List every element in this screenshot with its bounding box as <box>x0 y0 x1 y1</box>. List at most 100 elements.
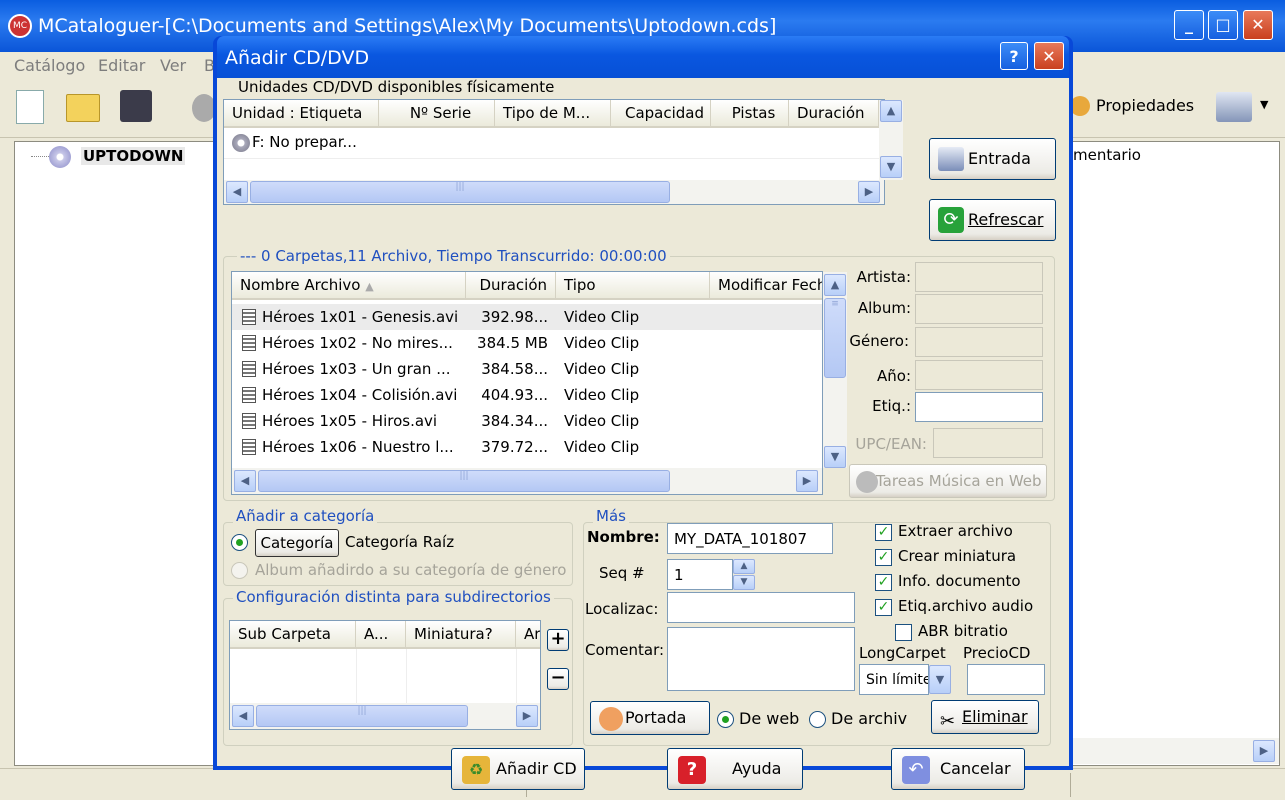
scroll-right-icon[interactable]: ▶ <box>1253 740 1275 762</box>
catalog-tree[interactable]: UPTODOWN <box>14 141 216 766</box>
file-row-name[interactable]: Héroes 1x05 - Hiros.avi <box>242 408 464 434</box>
col-capacidad[interactable]: Capacidad <box>611 100 711 128</box>
file-row-type: Video Clip <box>564 386 640 404</box>
col-sub-ar[interactable]: Ar <box>516 621 540 649</box>
files-scroll-right-icon[interactable]: ▶ <box>796 470 818 492</box>
file-row-size: 392.98... <box>481 308 548 326</box>
properties-button[interactable]: Propiedades <box>1096 96 1194 115</box>
etiq-field[interactable] <box>915 392 1043 422</box>
refrescar-button[interactable]: ⟳ Refrescar <box>929 199 1056 241</box>
drives-scroll-up-icon[interactable]: ▲ <box>880 100 902 122</box>
file-row-name[interactable]: Héroes 1x02 - No mires... <box>242 330 464 356</box>
drives-scroll-left-icon[interactable]: ◀ <box>226 181 248 203</box>
files-summary: --- 0 Carpetas,11 Archivo, Tiempo Transc… <box>237 247 670 265</box>
files-scroll-left-icon[interactable]: ◀ <box>234 470 256 492</box>
tree-root-item[interactable]: UPTODOWN <box>81 147 186 165</box>
cancelar-button[interactable]: ↶ Cancelar <box>891 748 1025 790</box>
checkbox-label: Crear miniatura <box>898 547 1017 565</box>
col-modificar[interactable]: Modificar Fech <box>710 272 822 300</box>
eliminar-button[interactable]: ✂ Eliminar <box>931 700 1039 734</box>
add-subdir-button[interactable]: + <box>547 629 569 651</box>
col-miniatura[interactable]: Miniatura? <box>406 621 516 649</box>
drives-scroll-down-icon[interactable]: ▼ <box>880 156 902 178</box>
col-duracion[interactable]: Duración <box>789 100 879 128</box>
de-web-radio[interactable] <box>717 711 734 728</box>
longcarpet-dropdown-icon[interactable]: ▼ <box>929 665 951 694</box>
subdir-scroll-left-icon[interactable]: ◀ <box>232 705 254 727</box>
checkbox-2[interactable]: ✓ <box>875 549 892 566</box>
drives-scroll-right-icon[interactable]: ▶ <box>858 181 880 203</box>
comment-column-header[interactable]: mentario <box>1073 146 1141 164</box>
open-folder-icon[interactable] <box>66 94 100 122</box>
file-row-name[interactable]: Héroes 1x01 - Genesis.avi <box>242 304 464 330</box>
seq-up-icon[interactable]: ▲ <box>733 559 755 574</box>
col-serie[interactable]: Nº Serie <box>379 100 495 128</box>
drives-hscroll-thumb[interactable]: ||| <box>250 181 670 203</box>
files-scroll-up-icon[interactable]: ▲ <box>824 274 846 296</box>
col-pistas[interactable]: Pistas <box>711 100 789 128</box>
tareas-musica-button[interactable]: Tareas Música en Web <box>849 464 1047 498</box>
menu-ver[interactable]: Ver <box>160 52 186 80</box>
file-row-name[interactable]: Héroes 1x04 - Colisión.avi <box>242 382 464 408</box>
col-nombre-archivo[interactable]: Nombre Archivo ▲ <box>232 272 466 300</box>
new-file-icon[interactable] <box>16 90 44 124</box>
precio-field[interactable] <box>967 664 1045 695</box>
menu-catalogo[interactable]: Catálogo <box>14 52 85 80</box>
seq-down-icon[interactable]: ▼ <box>733 575 755 590</box>
seq-field[interactable]: 1 <box>667 559 733 590</box>
printer-icon[interactable] <box>1216 92 1252 122</box>
checkbox-3[interactable]: ✓ <box>875 574 892 591</box>
files-vscroll-thumb[interactable]: ≡ <box>824 298 846 378</box>
col-sub-a[interactable]: A... <box>356 621 406 649</box>
col-unidad[interactable]: Unidad : Etiqueta <box>224 100 379 128</box>
minimize-icon[interactable]: _ <box>1174 10 1204 40</box>
longcarpet-select[interactable]: Sin límite <box>859 664 929 695</box>
entrada-button[interactable]: Entrada <box>929 138 1056 180</box>
comentar-field[interactable] <box>667 627 855 691</box>
genero-field <box>915 327 1043 357</box>
checkbox-4[interactable]: ✓ <box>875 599 892 616</box>
files-hscroll-thumb[interactable]: ||| <box>258 470 670 492</box>
files-scroll-down-icon[interactable]: ▼ <box>824 446 846 468</box>
close-icon[interactable]: ✕ <box>1243 10 1273 40</box>
genero-radio[interactable] <box>231 562 248 579</box>
maximize-icon[interactable]: □ <box>1208 10 1238 40</box>
col-sub-carpeta[interactable]: Sub Carpeta <box>230 621 356 649</box>
files-list[interactable]: Nombre Archivo ▲ Duración Tipo Modificar… <box>231 271 823 495</box>
album-label: Album: <box>857 299 911 317</box>
categoria-radio[interactable] <box>231 534 248 551</box>
refresh-icon: ⟳ <box>938 207 964 233</box>
help-icon[interactable]: ? <box>1000 42 1028 70</box>
nombre-field[interactable]: MY_DATA_101807 <box>667 523 833 554</box>
col-tipo[interactable]: Tipo de M... <box>495 100 611 128</box>
scissors-icon: ✂ <box>940 711 956 732</box>
file-row-name[interactable]: Héroes 1x03 - Un gran ... <box>242 356 464 382</box>
checkbox-1[interactable]: ✓ <box>875 524 892 541</box>
subdir-list[interactable]: Sub Carpeta A... Miniatura? Ar ◀ ||| ▶ <box>229 620 541 730</box>
drive-row[interactable]: F: No prepar... <box>252 129 357 155</box>
subdir-scroll-right-icon[interactable]: ▶ <box>516 705 538 727</box>
dialog-close-icon[interactable]: ✕ <box>1034 42 1064 70</box>
col-tipo-file[interactable]: Tipo <box>556 272 710 300</box>
dialog-body: Unidades CD/DVD disponibles físicamente … <box>217 78 1069 790</box>
de-archiv-radio[interactable] <box>809 711 826 728</box>
recycle-icon: ♻ <box>462 756 490 784</box>
file-row-name[interactable]: Héroes 1x06 - Nuestro l... <box>242 434 464 460</box>
save-icon[interactable] <box>120 90 152 122</box>
col-duracion-file[interactable]: Duración <box>466 272 556 300</box>
checkbox-label: Extraer archivo <box>898 522 1013 540</box>
menu-editar[interactable]: Editar <box>98 52 145 80</box>
chevron-down-icon[interactable]: ▼ <box>1260 98 1268 111</box>
subdir-hscroll-thumb[interactable]: ||| <box>256 705 468 727</box>
ayuda-button[interactable]: ? Ayuda <box>667 748 803 790</box>
anadir-cd-button[interactable]: ♻ Añadir CD <box>451 748 585 790</box>
remove-subdir-button[interactable]: − <box>547 668 569 690</box>
checkbox-5[interactable] <box>895 624 912 641</box>
app-icon: MC <box>8 14 32 38</box>
categoria-button[interactable]: Categoría <box>255 529 339 557</box>
localizacion-field[interactable] <box>667 592 855 623</box>
drives-list[interactable]: Unidad : Etiqueta Nº Serie Tipo de M... … <box>223 99 885 205</box>
portada-button[interactable]: Portada <box>590 701 710 735</box>
drives-label: Unidades CD/DVD disponibles físicamente <box>238 78 555 96</box>
upc-field <box>933 428 1043 458</box>
